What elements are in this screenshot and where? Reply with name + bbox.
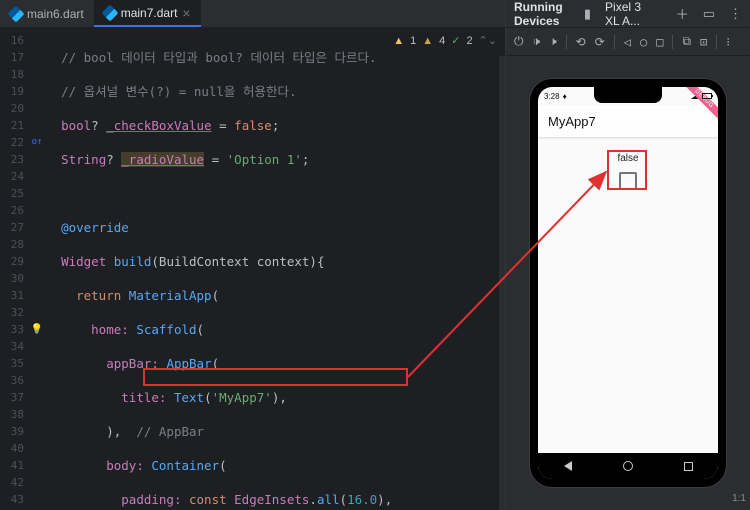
dart-file-icon bbox=[8, 5, 25, 22]
checkbox-value-text: false bbox=[554, 153, 702, 164]
panel-title: Running Devices bbox=[514, 0, 570, 28]
app-checkbox[interactable] bbox=[619, 172, 637, 190]
tab-main6[interactable]: main6.dart bbox=[0, 0, 94, 27]
line-number-gutter: 1617181920212223242526272829303132333435… bbox=[0, 28, 28, 510]
device-screen[interactable]: DEBUG 3:28 ♦ MyApp7 false bbox=[538, 87, 718, 479]
record-icon[interactable]: ⊡ bbox=[700, 35, 707, 49]
override-marker-icon[interactable]: o↑ bbox=[28, 134, 46, 151]
power-icon[interactable]: ⏻ bbox=[514, 34, 524, 49]
screenshot-icon[interactable]: ⧉ bbox=[682, 34, 691, 49]
rotate-left-icon[interactable]: ⟲ bbox=[576, 35, 586, 49]
device-frame: DEBUG 3:28 ♦ MyApp7 false bbox=[530, 79, 726, 487]
status-time: 3:28 bbox=[544, 92, 560, 101]
app-body: false bbox=[538, 137, 718, 206]
device-name[interactable]: Pixel 3 XL A... bbox=[605, 0, 648, 28]
error-icon: ▲ bbox=[393, 35, 404, 47]
nav-back-icon[interactable] bbox=[564, 461, 572, 471]
volume-down-icon[interactable]: 🕨 bbox=[549, 34, 557, 49]
device-panel-header: Running Devices ▮ Pixel 3 XL A... ＋ ▭ ⋮ bbox=[506, 0, 750, 28]
editor-tabs: main6.dart main7.dart × bbox=[0, 0, 505, 28]
code-content[interactable]: // bool 데이터 타입과 bool? 데이터 타입은 다르다. // 옵셔… bbox=[46, 28, 505, 510]
home-icon[interactable]: ○ bbox=[640, 35, 647, 49]
check-icon: ✓ bbox=[451, 34, 460, 47]
minimap-scrollbar[interactable] bbox=[499, 56, 505, 510]
nav-home-icon[interactable] bbox=[623, 461, 633, 471]
tab-label: main6.dart bbox=[27, 7, 84, 21]
warning-icon: ▲ bbox=[422, 35, 433, 47]
editor-pane: main6.dart main7.dart × ▲1 ▲4 ✓2 ⌃⌄ 1617… bbox=[0, 0, 506, 510]
volume-up-icon[interactable]: 🕩 bbox=[533, 34, 541, 49]
dart-file-icon bbox=[101, 4, 118, 21]
zoom-indicator[interactable]: 1:1 bbox=[732, 493, 746, 504]
code-area[interactable]: ▲1 ▲4 ✓2 ⌃⌄ 1617181920212223242526272829… bbox=[0, 28, 505, 510]
lightbulb-icon[interactable]: 💡 bbox=[28, 321, 46, 338]
app-title: MyApp7 bbox=[548, 114, 596, 129]
rotate-right-icon[interactable]: ⟳ bbox=[595, 35, 605, 49]
tab-main7[interactable]: main7.dart × bbox=[94, 0, 201, 27]
code-analysis-indicator[interactable]: ▲1 ▲4 ✓2 ⌃⌄ bbox=[393, 34, 497, 47]
overview-icon[interactable]: □ bbox=[656, 35, 663, 49]
add-device-icon[interactable]: ＋ bbox=[676, 4, 689, 23]
device-stage: DEBUG 3:28 ♦ MyApp7 false bbox=[506, 56, 750, 510]
running-devices-panel: Running Devices ▮ Pixel 3 XL A... ＋ ▭ ⋮ … bbox=[506, 0, 750, 510]
icon-gutter: o↑ 💡 bbox=[28, 28, 46, 510]
settings-icon[interactable]: ⁝ bbox=[726, 35, 730, 49]
panel-menu-icon[interactable]: ▭ bbox=[703, 6, 715, 22]
tab-label: main7.dart bbox=[121, 6, 178, 20]
device-notch bbox=[594, 87, 662, 103]
device-toolbar: ⏻ 🕩 🕨 ⟲ ⟳ ◁ ○ □ ⧉ ⊡ ⁝ bbox=[506, 28, 750, 56]
close-icon[interactable]: × bbox=[182, 6, 190, 20]
more-icon[interactable]: ⋮ bbox=[729, 6, 742, 22]
app-bar: MyApp7 bbox=[538, 105, 718, 137]
android-navbar bbox=[538, 453, 718, 479]
phone-icon: ▮ bbox=[584, 6, 591, 22]
battery-icon bbox=[702, 93, 712, 99]
nav-overview-icon[interactable] bbox=[684, 462, 693, 471]
chevron-up-down-icon[interactable]: ⌃⌄ bbox=[479, 34, 497, 47]
back-icon[interactable]: ◁ bbox=[624, 35, 631, 49]
